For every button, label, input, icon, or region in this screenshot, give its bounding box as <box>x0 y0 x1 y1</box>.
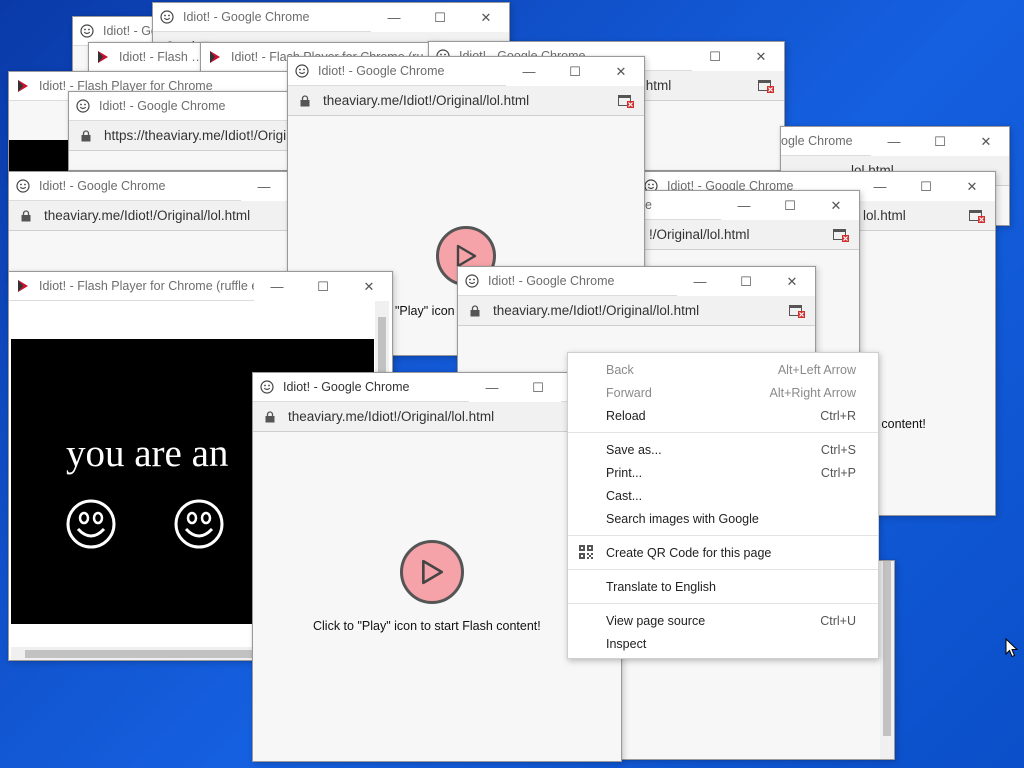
window-title: Idiot! - Go <box>103 24 158 38</box>
maximize-button[interactable]: ☐ <box>692 42 738 71</box>
minimize-button[interactable]: — <box>677 267 723 296</box>
chrome-window[interactable]: Idiot! - Google Chrome — theaviary.me/Id… <box>8 171 298 281</box>
menu-separator <box>568 603 878 604</box>
menu-item-print[interactable]: Print... Ctrl+P <box>568 461 878 484</box>
menu-item-inspect[interactable]: Inspect <box>568 632 878 655</box>
close-button[interactable]: ✕ <box>346 272 392 301</box>
menu-separator <box>568 569 878 570</box>
popup-blocked-icon[interactable] <box>833 229 849 242</box>
lock-icon <box>21 209 31 221</box>
maximize-button[interactable]: ☐ <box>767 191 813 220</box>
smiley-face-icon <box>66 499 116 549</box>
context-menu: Back Alt+Left Arrow Forward Alt+Right Arro… <box>567 352 879 659</box>
address-url[interactable]: https://theaviary.me/Idiot!/Original/lol… <box>104 128 297 143</box>
lock-icon <box>265 410 275 422</box>
menu-item-qr-code[interactable]: Create QR Code for this page <box>568 541 878 564</box>
address-url[interactable]: lol.html <box>863 208 906 223</box>
minimize-button[interactable]: — <box>254 272 300 301</box>
vertical-scrollbar[interactable] <box>880 561 894 759</box>
close-button[interactable]: ✕ <box>738 42 784 71</box>
menu-separator <box>568 432 878 433</box>
window-title: Idiot! - Flash Player for Chrome (ruffle… <box>39 279 269 293</box>
close-button[interactable]: ✕ <box>769 267 815 296</box>
minimize-button[interactable]: — <box>721 191 767 220</box>
window-title: Idiot! - Google Chrome <box>99 99 226 113</box>
lock-icon <box>81 129 91 141</box>
smiley-icon <box>75 98 91 114</box>
play-icon <box>456 244 477 268</box>
qr-code-icon <box>579 545 593 559</box>
mouse-cursor-icon <box>1005 638 1019 658</box>
flash-message: Click to "Play" icon to start Flash cont… <box>313 619 541 633</box>
maximize-button[interactable]: ☐ <box>417 3 463 32</box>
window-title: Idiot! - Google Chrome <box>183 10 310 24</box>
menu-item-search-images[interactable]: Search images with Google <box>568 507 878 530</box>
window-title: Idiot! - Google Chrome <box>318 64 445 78</box>
popup-blocked-icon[interactable] <box>969 210 985 223</box>
maximize-button[interactable]: ☐ <box>552 57 598 86</box>
window-title: Idiot! - Google Chrome <box>39 179 166 193</box>
flash-message: "Play" icon <box>395 304 455 318</box>
close-button[interactable]: ✕ <box>463 3 509 32</box>
smiley-icon <box>464 273 480 289</box>
maximize-button[interactable]: ☐ <box>903 172 949 201</box>
menu-item-back[interactable]: Back Alt+Left Arrow <box>568 358 878 381</box>
menu-item-reload[interactable]: Reload Ctrl+R <box>568 404 878 427</box>
menu-item-view-source[interactable]: View page source Ctrl+U <box>568 609 878 632</box>
popup-blocked-icon[interactable] <box>789 305 805 318</box>
play-button[interactable] <box>400 540 464 604</box>
window-title: Idiot! - Google Chrome <box>488 274 615 288</box>
maximize-button[interactable]: ☐ <box>515 373 561 402</box>
lock-icon <box>300 94 310 106</box>
desktop: Idiot! - Go Idiot! - Google Chrome —☐✕ t… <box>0 0 1024 768</box>
smiley-icon <box>15 178 31 194</box>
window-title: ogle Chrome <box>781 134 853 148</box>
menu-separator <box>568 535 878 536</box>
window-title: Idiot! - Google Chrome <box>283 380 410 394</box>
popup-blocked-icon[interactable] <box>758 80 774 93</box>
idiot-text: you are an <box>66 432 229 475</box>
play-icon <box>422 559 444 585</box>
close-button[interactable]: ✕ <box>598 57 644 86</box>
close-button[interactable]: ✕ <box>949 172 995 201</box>
smiley-icon <box>79 23 95 39</box>
menu-item-cast[interactable]: Cast... <box>568 484 878 507</box>
address-url[interactable]: theaviary.me/Idiot!/Original/lol.html <box>288 409 494 424</box>
smiley-icon <box>159 9 175 25</box>
smiley-icon <box>259 379 275 395</box>
flash-logo-icon <box>15 78 31 94</box>
minimize-button[interactable]: — <box>371 3 417 32</box>
address-url[interactable]: theaviary.me/Idiot!/Original/lol.html <box>323 93 529 108</box>
maximize-button[interactable]: ☐ <box>300 272 346 301</box>
flash-logo-icon <box>207 49 223 65</box>
flash-logo-icon <box>15 278 31 294</box>
popup-blocked-icon[interactable] <box>618 95 634 108</box>
smiley-icon <box>294 63 310 79</box>
menu-item-save-as[interactable]: Save as... Ctrl+S <box>568 438 878 461</box>
address-url[interactable]: theaviary.me/Idiot!/Original/lol.html <box>493 303 699 318</box>
address-url[interactable]: theaviary.me/Idiot!/Original/lol.html <box>44 208 250 223</box>
minimize-button[interactable]: — <box>241 172 287 201</box>
address-url[interactable]: !/Original/lol.html <box>649 227 750 242</box>
maximize-button[interactable]: ☐ <box>917 127 963 156</box>
minimize-button[interactable]: — <box>506 57 552 86</box>
flash-message: n content! <box>871 417 926 431</box>
lock-icon <box>470 304 480 316</box>
minimize-button[interactable]: — <box>857 172 903 201</box>
scroll-thumb[interactable] <box>883 561 891 736</box>
minimize-button[interactable]: — <box>871 127 917 156</box>
smiley-face-icon <box>174 499 224 549</box>
flash-logo-icon <box>95 49 111 65</box>
menu-item-translate[interactable]: Translate to English <box>568 575 878 598</box>
maximize-button[interactable]: ☐ <box>723 267 769 296</box>
chrome-window[interactable]: Idiot! - Google Chrome https://theaviary… <box>68 91 298 171</box>
close-button[interactable]: ✕ <box>963 127 1009 156</box>
minimize-button[interactable]: — <box>469 373 515 402</box>
menu-item-forward[interactable]: Forward Alt+Right Arrow <box>568 381 878 404</box>
window-title: e <box>645 198 652 212</box>
close-button[interactable]: ✕ <box>813 191 859 220</box>
window-title: Idiot! - Flash Player for Chrome <box>119 50 207 64</box>
